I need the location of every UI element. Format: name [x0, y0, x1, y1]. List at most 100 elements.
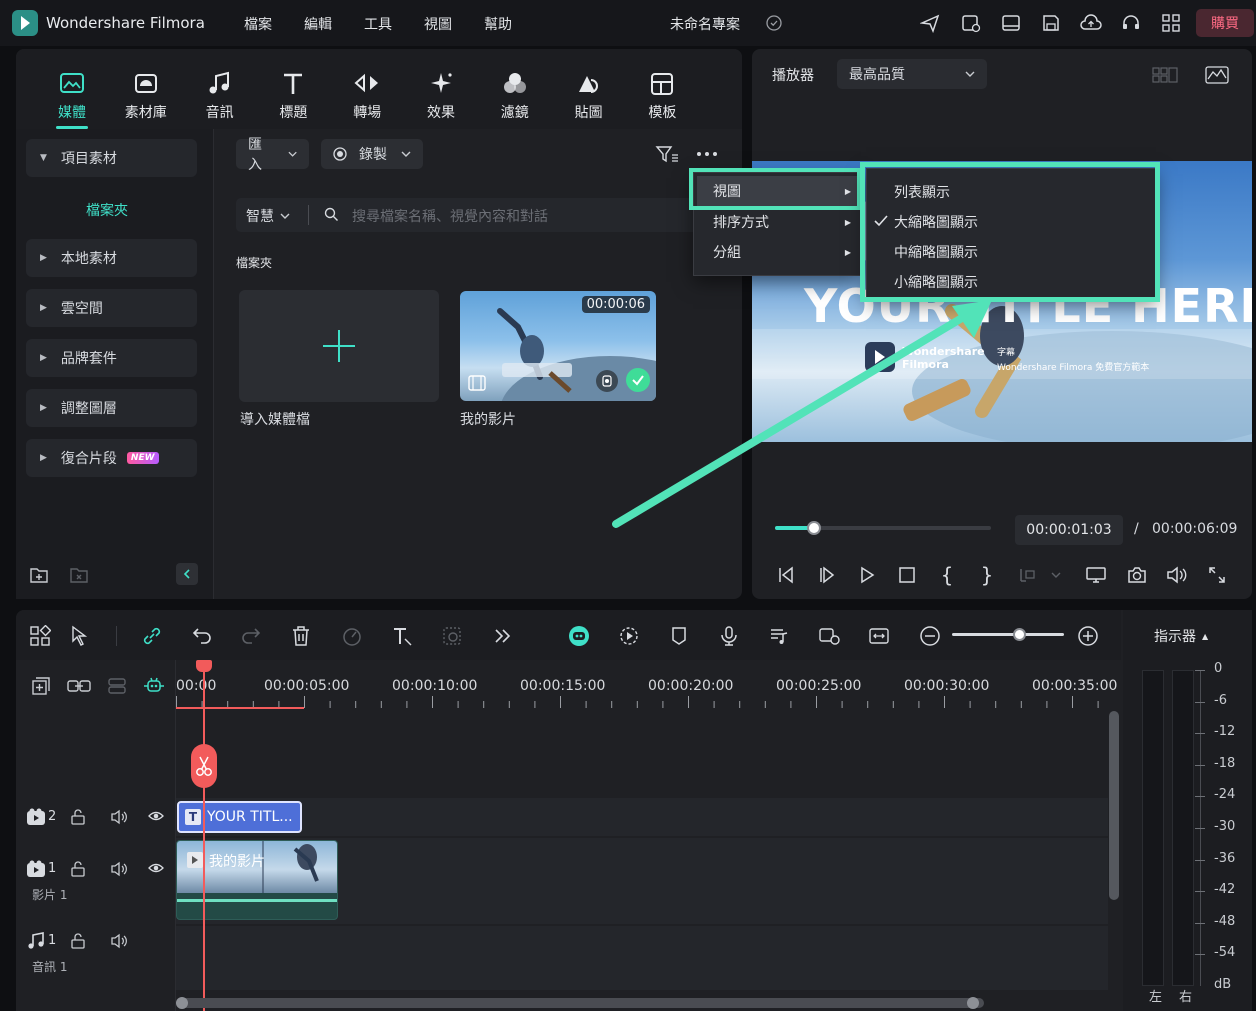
lock-track-icon[interactable] — [70, 933, 86, 949]
select-pointer-icon[interactable] — [68, 624, 92, 648]
audio-list-icon[interactable] — [767, 624, 791, 648]
grid-view-icon[interactable] — [1152, 62, 1178, 88]
snapshot-camera-icon[interactable] — [1124, 562, 1150, 588]
track-stack-icon[interactable] — [104, 673, 130, 699]
tab-transition[interactable]: 轉場 — [337, 70, 397, 122]
submenu-item[interactable]: 中縮略圖顯示 — [872, 237, 1150, 267]
menu-help[interactable]: 幫助 — [484, 14, 512, 34]
collapse-sidebar-button[interactable] — [176, 563, 198, 585]
quality-dropdown[interactable]: 最高品質 — [837, 59, 987, 89]
menu-file[interactable]: 檔案 — [244, 14, 272, 34]
text-tool-icon[interactable] — [390, 624, 414, 648]
ai-bug-icon[interactable] — [141, 673, 167, 699]
speed-icon[interactable] — [340, 624, 364, 648]
tab-stock[interactable]: 素材庫 — [116, 70, 176, 122]
playhead-head[interactable] — [196, 660, 212, 672]
fullscreen-icon[interactable] — [1204, 562, 1230, 588]
mark-out-icon[interactable]: } — [974, 562, 1000, 588]
display-monitor-icon[interactable] — [1083, 562, 1109, 588]
tab-template[interactable]: 模板 — [632, 70, 692, 122]
layout-icon[interactable] — [998, 10, 1024, 36]
sidebar-item-local[interactable]: ▶ 本地素材 — [26, 239, 197, 277]
submenu-item[interactable]: 列表顯示 — [872, 177, 1150, 207]
visibility-eye-icon[interactable] — [148, 809, 164, 823]
sidebar-project-media[interactable]: ▼ 項目素材 — [26, 139, 197, 177]
tab-filter[interactable]: 濾鏡 — [485, 70, 545, 122]
play-icon[interactable] — [854, 562, 880, 588]
zoom-handle[interactable] — [1013, 628, 1026, 641]
grid-apps-icon[interactable] — [1158, 10, 1184, 36]
current-time-field[interactable]: 00:00:01:03 — [1015, 515, 1123, 545]
menu-item-view[interactable]: 視圖 ▶ — [697, 176, 857, 206]
prev-frame-icon[interactable] — [773, 562, 799, 588]
send-icon[interactable] — [917, 10, 943, 36]
fit-timeline-icon[interactable] — [867, 624, 891, 648]
project-name[interactable]: 未命名專案 — [670, 14, 740, 34]
link-track-icon[interactable] — [66, 673, 92, 699]
mute-track-icon[interactable] — [110, 809, 128, 825]
scroll-handle-right[interactable] — [967, 997, 979, 1009]
layout-grid-icon[interactable] — [28, 624, 52, 648]
menu-tools[interactable]: 工具 — [364, 14, 392, 34]
lock-track-icon[interactable] — [70, 861, 86, 877]
filter-sort-icon[interactable] — [654, 141, 680, 167]
next-frame-icon[interactable] — [814, 562, 840, 588]
visibility-eye-icon[interactable] — [148, 861, 164, 875]
replace-clip-icon[interactable] — [817, 624, 841, 648]
mark-in-icon[interactable]: { — [934, 562, 960, 588]
split-scissors-button[interactable] — [191, 744, 217, 788]
zoom-slider[interactable] — [952, 633, 1064, 636]
menu-item-sort[interactable]: 排序方式 ▶ — [697, 207, 857, 237]
delete-icon[interactable] — [289, 624, 313, 648]
scroll-handle-left[interactable] — [176, 997, 188, 1009]
title-clip[interactable]: T YOUR TITL... — [177, 801, 302, 833]
undo-icon[interactable] — [190, 624, 214, 648]
volume-icon[interactable] — [1164, 562, 1190, 588]
stop-icon[interactable] — [894, 562, 920, 588]
more-options-icon[interactable] — [696, 151, 718, 157]
microphone-icon[interactable] — [717, 624, 741, 648]
tasks-icon[interactable] — [958, 10, 984, 36]
import-dropdown[interactable]: 匯入 — [236, 137, 309, 173]
submenu-item[interactable]: 大縮略圖顯示 — [872, 207, 1150, 237]
menu-edit[interactable]: 編輯 — [304, 14, 332, 34]
vertical-scrollbar[interactable] — [1109, 711, 1119, 900]
tab-music-note[interactable]: 音訊 — [190, 70, 250, 122]
tab-sticker[interactable]: 貼圖 — [559, 70, 619, 122]
smart-dropdown[interactable]: 智慧 — [246, 206, 290, 226]
tab-media[interactable]: 媒體 — [42, 70, 102, 122]
menu-item-group[interactable]: 分組 ▶ — [697, 237, 857, 267]
playhead-line[interactable] — [203, 668, 205, 1011]
cloud-upload-icon[interactable] — [1078, 10, 1104, 36]
insert-icon[interactable] — [1014, 562, 1040, 588]
zoom-out-icon[interactable] — [918, 624, 942, 648]
headset-icon[interactable] — [1118, 10, 1144, 36]
video-clip[interactable]: 我的影片 — [176, 840, 338, 920]
sidebar-item-compound-clip[interactable]: ▶ 復合片段 NEW — [26, 439, 197, 477]
save-icon[interactable] — [1038, 10, 1064, 36]
buy-button[interactable]: 購買 — [1196, 9, 1254, 37]
redo-icon[interactable] — [239, 624, 263, 648]
marker-icon[interactable] — [667, 624, 691, 648]
sidebar-item-brand-kit[interactable]: ▶ 品牌套件 — [26, 339, 197, 377]
chevron-down-icon[interactable] — [1051, 572, 1061, 578]
ai-copilot-icon[interactable] — [567, 624, 591, 648]
menu-view[interactable]: 視圖 — [424, 14, 452, 34]
import-media-card[interactable] — [239, 290, 439, 402]
record-dropdown[interactable]: 錄製 — [321, 139, 423, 169]
sidebar-item-cloud[interactable]: ▶ 雲空間 — [26, 289, 197, 327]
sidebar-folder[interactable]: 檔案夾 — [86, 200, 128, 220]
remove-folder-icon[interactable] — [66, 562, 92, 588]
tab-title-t[interactable]: 標題 — [263, 70, 323, 122]
scope-chart-icon[interactable] — [1204, 62, 1230, 88]
search-input[interactable]: 搜尋檔案名稱、視覺內容和對話 — [352, 206, 682, 226]
add-track-icon[interactable] — [28, 673, 54, 699]
auto-reframe-icon[interactable] — [617, 624, 641, 648]
tab-effects-sparkle[interactable]: 效果 — [411, 70, 471, 122]
mute-track-icon[interactable] — [110, 933, 128, 949]
crop-mask-icon[interactable] — [440, 624, 464, 648]
new-folder-icon[interactable] — [26, 562, 52, 588]
mute-track-icon[interactable] — [110, 861, 128, 877]
indicator-toggle[interactable]: 指示器 ▲ — [1154, 626, 1208, 646]
lock-track-icon[interactable] — [70, 809, 86, 825]
